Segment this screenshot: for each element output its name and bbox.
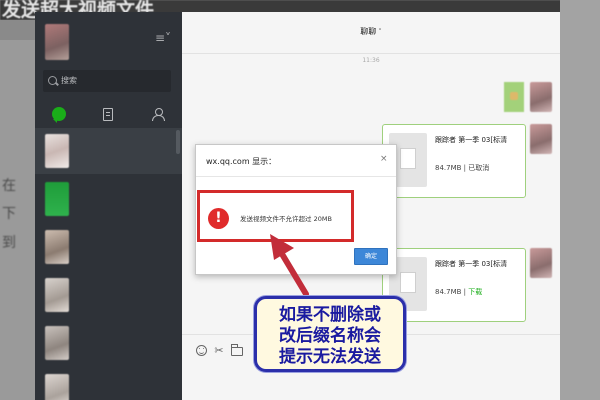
image-message[interactable] xyxy=(504,82,524,112)
contact-item[interactable] xyxy=(35,224,182,270)
sender-avatar[interactable] xyxy=(530,82,552,112)
search-icon xyxy=(48,76,57,85)
callout-line: 如果不删除或 xyxy=(279,305,381,325)
screenshot-button[interactable]: ✂ xyxy=(212,343,226,357)
menu-icon[interactable]: ≡˅ xyxy=(155,32,171,44)
annotation-callout: 如果不删除或 改后缀名称会 提示无法发送 xyxy=(254,296,406,372)
send-file-button[interactable] xyxy=(230,343,244,357)
background-right-panel xyxy=(560,0,600,400)
dialog-title: wx.qq.com 显示： xyxy=(206,157,277,166)
emoji-button[interactable] xyxy=(194,343,208,357)
file-size: 84.7MB xyxy=(435,288,462,296)
contact-item[interactable] xyxy=(35,320,182,366)
tab-chats[interactable] xyxy=(44,100,74,128)
my-avatar[interactable] xyxy=(45,24,69,60)
file-message[interactable]: 跟踪者 第一季 03[标清 84.7MB | 已取消 xyxy=(382,124,526,198)
contact-item[interactable] xyxy=(35,272,182,318)
sender-avatar[interactable] xyxy=(530,124,552,154)
search-placeholder: 搜索 xyxy=(61,76,77,85)
chat-icon xyxy=(52,107,66,123)
contact-avatar xyxy=(45,182,69,216)
chat-title: 聊聊 xyxy=(360,27,377,36)
contact-avatar xyxy=(45,374,69,400)
confirm-button[interactable]: 确定 xyxy=(354,248,388,265)
contact-item[interactable] xyxy=(35,368,182,400)
file-size: 84.7MB xyxy=(435,164,462,172)
sidebar-tabs xyxy=(35,100,182,128)
file-name: 跟踪者 第一季 03[标清 xyxy=(435,260,508,268)
folder-icon xyxy=(231,343,243,356)
chat-header[interactable]: 聊聊 ˅ xyxy=(182,12,560,54)
emoji-icon xyxy=(195,344,207,356)
background-text: 在 xyxy=(2,178,16,194)
sidebar: ≡˅ 搜索 xyxy=(35,12,182,400)
file-name: 跟踪者 第一季 03[标清 xyxy=(435,136,508,144)
background-text: 下 xyxy=(2,206,16,222)
sender-avatar[interactable] xyxy=(530,248,552,278)
contact-avatar xyxy=(45,278,69,312)
scissors-icon: ✂ xyxy=(214,343,224,357)
contact-item[interactable] xyxy=(35,176,182,222)
annotation-arrow xyxy=(270,234,309,297)
search-input[interactable]: 搜索 xyxy=(43,70,171,92)
dialog-divider xyxy=(196,176,396,177)
close-icon[interactable]: × xyxy=(380,154,388,164)
tab-contacts[interactable] xyxy=(143,100,173,128)
chevron-down-icon: ˅ xyxy=(378,28,382,36)
download-link[interactable]: 下载 xyxy=(468,288,482,296)
contact-avatar xyxy=(45,326,69,360)
callout-line: 提示无法发送 xyxy=(279,347,381,367)
file-meta: 84.7MB | 已取消 xyxy=(435,163,489,173)
contact-avatar xyxy=(45,134,69,168)
file-status: 已取消 xyxy=(468,164,490,172)
message-timestamp: 11:36 xyxy=(362,57,380,64)
contact-avatar xyxy=(45,230,69,264)
callout-line: 改后缀名称会 xyxy=(279,326,381,346)
background-text: 到 xyxy=(2,235,16,251)
tab-articles[interactable] xyxy=(93,100,123,128)
sidebar-scrollbar[interactable] xyxy=(176,130,180,154)
contacts-icon xyxy=(151,107,165,121)
document-icon xyxy=(103,107,113,121)
file-meta: 84.7MB | 下载 xyxy=(435,287,482,297)
contact-item[interactable] xyxy=(35,128,182,174)
